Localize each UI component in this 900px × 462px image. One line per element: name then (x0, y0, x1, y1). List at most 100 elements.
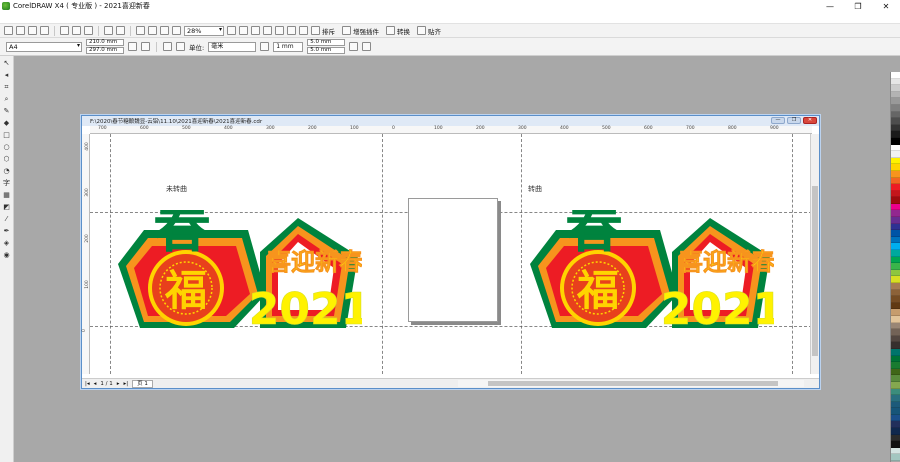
text-tool-icon[interactable]: 字 (2, 179, 11, 188)
maximize-button[interactable]: ❐ (844, 0, 872, 12)
palette-swatch[interactable] (891, 335, 900, 343)
artwork-unconverted[interactable]: 春 福 喜迎新春 2021 (110, 210, 362, 330)
palette-swatch[interactable] (891, 375, 900, 382)
palette-swatch[interactable] (891, 355, 900, 363)
page-tab[interactable]: 页 1 (132, 379, 153, 388)
nudge-distance-input[interactable]: 1 mm (273, 41, 304, 52)
palette-swatch[interactable] (891, 428, 900, 435)
last-page-icon[interactable]: ▸| (124, 381, 129, 387)
doc-minimize-button[interactable]: — (771, 117, 785, 124)
pick-tool-icon[interactable]: ↖ (2, 59, 11, 68)
smart-fill-icon[interactable]: ◆ (2, 119, 11, 128)
palette-swatch[interactable] (891, 230, 900, 237)
palette-swatch[interactable] (891, 72, 900, 79)
close-button[interactable]: ✕ (872, 0, 900, 12)
palette-swatch[interactable] (891, 164, 900, 171)
undo-icon[interactable] (104, 26, 113, 35)
fill-tool-icon[interactable]: ◈ (2, 239, 11, 248)
palette-swatch[interactable] (891, 124, 900, 132)
palette-swatch[interactable] (891, 388, 900, 396)
palette-swatch[interactable] (891, 104, 900, 112)
palette-swatch[interactable] (891, 414, 900, 422)
palette-swatch[interactable] (891, 131, 900, 138)
all-pages-icon[interactable] (163, 42, 172, 51)
print-icon[interactable] (40, 26, 49, 35)
palette-swatch[interactable] (891, 144, 900, 152)
palette-swatch[interactable] (891, 210, 900, 218)
crop-tool-icon[interactable]: ⌗ (2, 83, 11, 92)
export-icon[interactable] (148, 26, 157, 35)
palette-swatch[interactable] (891, 454, 900, 462)
palette-swatch[interactable] (891, 441, 900, 448)
import-icon[interactable] (136, 26, 145, 35)
palette-swatch[interactable] (891, 302, 900, 310)
vertical-ruler[interactable]: 400 300 200 100 0 (82, 134, 90, 374)
page-width-input[interactable]: 210.0 mm (86, 39, 124, 46)
basic-shapes-icon[interactable]: ◔ (2, 167, 11, 176)
palette-swatch[interactable] (891, 85, 900, 92)
zoom-height-icon[interactable] (299, 26, 308, 35)
paste-icon[interactable] (84, 26, 93, 35)
palette-swatch[interactable] (891, 401, 900, 409)
palette-swatch[interactable] (891, 78, 900, 86)
outline-tool-icon[interactable]: ✒ (2, 227, 11, 236)
palette-swatch[interactable] (891, 269, 900, 277)
palette-swatch[interactable] (891, 137, 900, 145)
horizontal-scroll-thumb[interactable] (488, 381, 778, 386)
repel-button[interactable]: 排斥 (311, 26, 335, 36)
zoom-selected-icon[interactable] (251, 26, 260, 35)
palette-swatch[interactable] (891, 421, 900, 429)
vertical-scroll-thumb[interactable] (812, 186, 818, 356)
guideline-vertical[interactable] (792, 134, 793, 374)
ellipse-tool-icon[interactable]: ○ (2, 143, 11, 152)
save-icon[interactable] (28, 26, 37, 35)
palette-swatch[interactable] (891, 296, 900, 303)
artwork-converted[interactable]: 春 福 喜迎新春 2021 (522, 210, 774, 330)
palette-swatch[interactable] (891, 98, 900, 105)
landscape-icon[interactable] (141, 42, 150, 51)
prev-page-icon[interactable]: ◂ (94, 381, 97, 387)
snap-button[interactable]: 贴齐 (417, 26, 441, 36)
next-page-icon[interactable]: ▸ (117, 381, 120, 387)
palette-swatch[interactable] (891, 236, 900, 244)
palette-swatch[interactable] (891, 184, 900, 191)
palette-swatch[interactable] (891, 315, 900, 323)
page-preview[interactable] (408, 198, 498, 322)
doc-close-button[interactable]: ✕ (803, 117, 817, 124)
palette-swatch[interactable] (891, 329, 900, 336)
palette-swatch[interactable] (891, 197, 900, 204)
polygon-tool-icon[interactable]: ⬡ (2, 155, 11, 164)
palette-swatch[interactable] (891, 118, 900, 125)
redo-icon[interactable] (116, 26, 125, 35)
zoom-page-icon[interactable] (275, 26, 284, 35)
portrait-icon[interactable] (128, 42, 137, 51)
palette-swatch[interactable] (891, 447, 900, 455)
palette-swatch[interactable] (891, 342, 900, 349)
drawing-scale-icon[interactable] (362, 42, 372, 51)
palette-swatch[interactable] (891, 250, 900, 257)
palette-swatch[interactable] (891, 177, 900, 185)
interactive-blend-icon[interactable]: ◩ (2, 203, 11, 212)
zoom-width-icon[interactable] (287, 26, 296, 35)
enhance-plugin-button[interactable]: 增强插件 (342, 26, 379, 36)
zoom-tool-icon[interactable]: ⌕ (2, 95, 11, 104)
unit-select[interactable]: 毫米 (208, 41, 257, 52)
palette-swatch[interactable] (891, 395, 900, 402)
palette-swatch[interactable] (891, 368, 900, 376)
welcome-screen-icon[interactable] (172, 26, 181, 35)
palette-swatch[interactable] (891, 381, 900, 389)
palette-swatch[interactable] (891, 190, 900, 198)
duplicate-y-input[interactable]: 5.0 mm (307, 47, 346, 54)
palette-swatch[interactable] (891, 362, 900, 369)
palette-swatch[interactable] (891, 276, 900, 283)
guideline-vertical[interactable] (382, 134, 383, 374)
horizontal-scrollbar[interactable] (458, 380, 804, 387)
palette-swatch[interactable] (891, 309, 900, 316)
open-file-icon[interactable] (16, 26, 25, 35)
drawing-canvas[interactable]: 未转曲 转曲 春 福 喜迎新春 2021 春 福 喜迎新春 2021 (90, 134, 812, 374)
palette-swatch[interactable] (891, 170, 900, 178)
treat-as-filled-icon[interactable] (349, 42, 359, 51)
zoom-all-icon[interactable] (263, 26, 272, 35)
palette-swatch[interactable] (891, 203, 900, 211)
zoom-out-icon[interactable] (239, 26, 248, 35)
